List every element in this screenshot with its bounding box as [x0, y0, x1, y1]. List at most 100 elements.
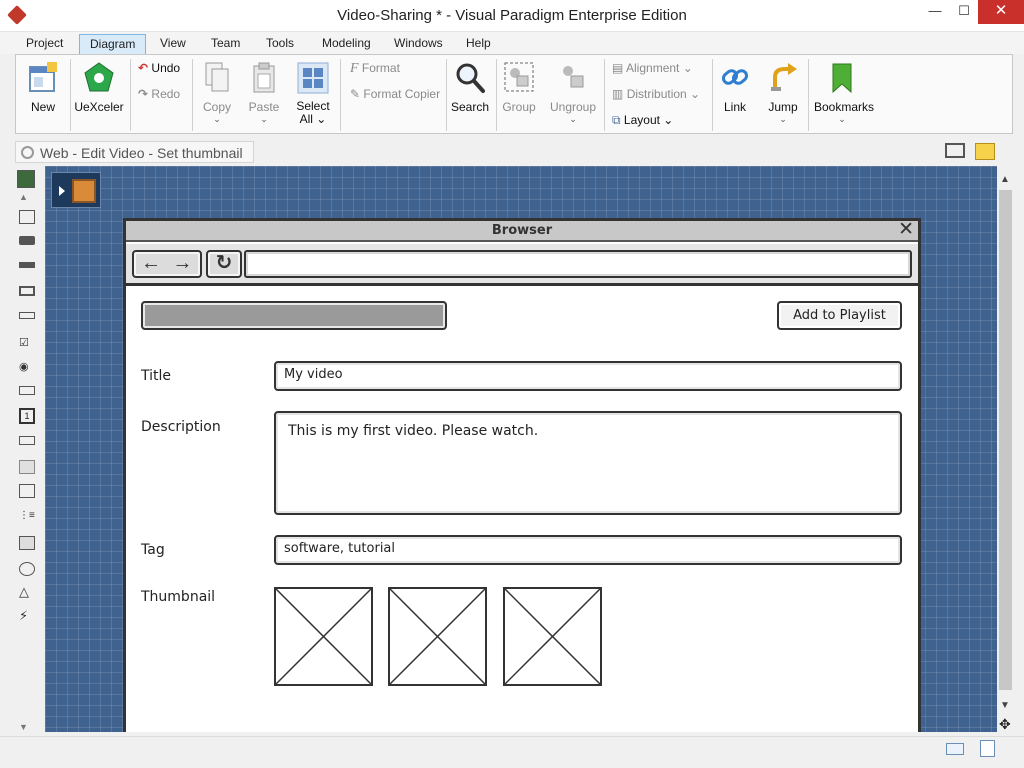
group-button[interactable]: Group [500, 61, 538, 114]
breadcrumb-item[interactable]: Web - Edit Video - Set thumbnail [15, 141, 254, 163]
triangle-tool-icon[interactable]: △ [19, 584, 35, 599]
thumbnail-image[interactable] [503, 587, 602, 686]
move-icon[interactable]: ✥ [999, 716, 1011, 733]
scroll-down-icon[interactable]: ▼ [1000, 700, 1010, 711]
select-all-button[interactable]: Select All ⌄ [293, 61, 333, 126]
search-icon [456, 63, 485, 93]
list-tool-icon[interactable] [19, 436, 35, 445]
connector-tool-icon[interactable]: ⚡ [19, 608, 35, 623]
status-bar [0, 736, 1024, 768]
redo-icon: ↷ [138, 87, 149, 101]
thumbnail-image[interactable] [274, 587, 373, 686]
search-button[interactable]: Search [450, 61, 490, 114]
menu-bar: Project Diagram View Team Tools Modeling… [0, 32, 1024, 54]
undo-icon: ↶ [138, 61, 149, 75]
title-field[interactable]: My video [274, 361, 902, 391]
image-placeholder-tool-icon[interactable] [19, 210, 35, 224]
camera-tool-icon[interactable] [19, 236, 35, 245]
tag-label: Tag [141, 542, 165, 558]
scrollbar-thumb[interactable] [999, 190, 1012, 690]
selector-tool-icon[interactable] [17, 170, 35, 188]
maximize-button[interactable]: ☐ [947, 0, 981, 24]
close-button[interactable]: ✕ [978, 0, 1024, 24]
back-forward-button[interactable]: ← → [132, 250, 202, 278]
diagram-palette: ▲ ☑ ◉ 1 ⋮≡ △ ⚡ ▼ [14, 166, 40, 736]
reload-button[interactable]: ↻ [206, 250, 242, 278]
text-field-tool-icon[interactable] [19, 312, 35, 319]
format-button[interactable]: F Format [350, 61, 400, 77]
palette-scroll-down-icon[interactable]: ▼ [19, 722, 35, 736]
description-label: Description [141, 419, 221, 435]
new-button[interactable]: New [24, 61, 62, 114]
paste-button[interactable]: Paste ⌄ [245, 61, 283, 124]
calendar-tool-icon[interactable]: 1 [19, 408, 35, 424]
back-arrow-icon: ← [141, 252, 161, 274]
tab-help[interactable]: Help [456, 34, 501, 54]
tag-field[interactable]: software, tutorial [274, 535, 902, 565]
tab-tools[interactable]: Tools [256, 34, 304, 54]
select-all-icon [297, 62, 329, 94]
palette-scroll-up-icon[interactable]: ▲ [19, 192, 35, 206]
bookmark-icon [832, 63, 852, 94]
uexceler-button[interactable]: UeXceler [74, 61, 124, 114]
link-button[interactable]: Link [716, 61, 754, 114]
diagram-canvas[interactable]: Browser ✕ ← → ↻ Add to Playlist Title My… [45, 166, 997, 732]
checkbox-tool-icon[interactable]: ☑ [19, 336, 35, 350]
thumbnail-label: Thumbnail [141, 589, 216, 605]
copy-button[interactable]: Copy ⌄ [198, 61, 236, 124]
ungroup-button[interactable]: Ungroup ⌄ [548, 61, 598, 124]
description-field[interactable]: This is my first video. Please watch. [274, 411, 902, 515]
forward-arrow-icon: → [172, 252, 193, 274]
button-tool-icon[interactable] [19, 286, 35, 296]
add-to-playlist-button[interactable]: Add to Playlist [777, 301, 902, 330]
jump-button[interactable]: Jump ⌄ [764, 61, 802, 124]
expand-icon [59, 186, 65, 196]
browser-title: Browser [491, 223, 553, 238]
format-copier-icon: ✎ [350, 87, 361, 101]
email-icon[interactable] [946, 743, 964, 755]
group-icon [504, 62, 534, 92]
ribbon-toolbar: New UeXceler ↶ Undo ↷ Redo Copy ⌄ Paste … [15, 54, 1013, 134]
tab-windows[interactable]: Windows [384, 34, 453, 54]
ellipse-tool-icon[interactable] [19, 562, 35, 576]
browser-toolbar: ← → ↻ [126, 244, 918, 286]
tab-modeling[interactable]: Modeling [312, 34, 381, 54]
distribution-button[interactable]: ▥ Distribution ⌄ [612, 87, 700, 101]
scroll-up-icon[interactable]: ▲ [1000, 174, 1010, 185]
radio-tool-icon[interactable]: ◉ [19, 360, 35, 374]
bookmarks-button[interactable]: Bookmarks ⌄ [814, 61, 874, 124]
tab-project[interactable]: Project [16, 34, 73, 54]
toolbar-tool-icon[interactable] [19, 262, 35, 268]
image-placeholder-icon [276, 589, 371, 684]
distribution-icon: ▥ [612, 87, 624, 101]
diagram-navigator[interactable] [51, 172, 101, 208]
jump-icon [771, 63, 797, 91]
note-icon[interactable] [980, 740, 995, 757]
address-bar[interactable] [244, 250, 912, 278]
table-tool-icon[interactable] [19, 484, 35, 498]
format-copier-button[interactable]: ✎ Format Copier [350, 87, 440, 101]
panel-tool-icon[interactable] [19, 460, 35, 474]
paste-icon [253, 62, 275, 93]
redo-button[interactable]: ↷ Redo [138, 87, 180, 101]
close-icon[interactable]: ✕ [898, 220, 914, 239]
header-placeholder-bar [141, 301, 447, 330]
rectangle-tool-icon[interactable] [19, 536, 35, 550]
combo-box-tool-icon[interactable] [19, 386, 35, 395]
thumbnail-image[interactable] [388, 587, 487, 686]
wireframe-browser[interactable]: Browser ✕ ← → ↻ Add to Playlist Title My… [123, 218, 921, 732]
layout-button[interactable]: ⧉ Layout ⌄ [612, 113, 673, 128]
layout-icon: ⧉ [612, 113, 621, 127]
tab-team[interactable]: Team [201, 34, 250, 54]
tab-diagram[interactable]: Diagram [79, 34, 147, 54]
reload-icon: ↻ [215, 252, 233, 274]
sticky-note-icon[interactable] [975, 143, 995, 160]
undo-button[interactable]: ↶ Undo [138, 61, 180, 75]
alignment-button[interactable]: ▤ Alignment ⌄ [612, 61, 693, 75]
tree-tool-icon[interactable]: ⋮≡ [19, 510, 35, 524]
vertical-scrollbar[interactable]: ▲ ▼ [997, 166, 1014, 732]
fit-diagram-icon[interactable] [945, 143, 965, 158]
tab-view[interactable]: View [150, 34, 196, 54]
copy-icon [205, 62, 229, 92]
image-placeholder-icon [390, 589, 485, 684]
